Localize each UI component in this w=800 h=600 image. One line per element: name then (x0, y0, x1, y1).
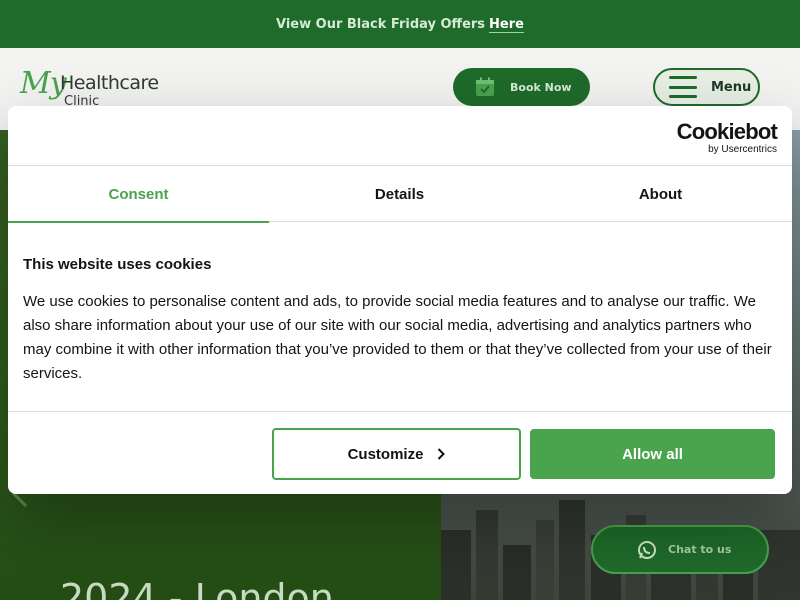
allow-all-button[interactable]: Allow all (530, 429, 775, 479)
customize-button[interactable]: Customize (272, 428, 521, 480)
cookie-title: This website uses cookies (23, 256, 212, 273)
customize-label: Customize (347, 445, 424, 463)
cookie-dialog-header: Cookiebot by Usercentrics (8, 106, 792, 166)
calendar-check-icon (476, 77, 494, 96)
cookiebot-logo-main: Cookiebot (676, 119, 778, 144)
tab-consent[interactable]: Consent (8, 166, 269, 223)
promo-bar: View Our Black Friday Offers Here (0, 0, 800, 48)
cookie-description: We use cookies to personalise content an… (23, 293, 772, 382)
tab-details[interactable]: Details (269, 166, 530, 222)
chat-label: Chat to us (668, 543, 732, 556)
promo-text: View Our Black Friday Offers (276, 16, 486, 32)
chevron-right-icon (438, 448, 446, 460)
cookiebot-logo-sub: by Usercentrics (708, 144, 777, 155)
menu-button[interactable]: Menu (653, 68, 760, 106)
book-now-button[interactable]: Book Now (453, 68, 590, 106)
logo-healthcare: Healthcare (60, 72, 159, 94)
site-logo[interactable]: My Healthcare Clinic (20, 66, 170, 110)
whatsapp-icon (638, 541, 656, 559)
chat-button[interactable]: Chat to us (591, 525, 769, 574)
book-now-label: Book Now (510, 80, 572, 94)
tab-about[interactable]: About (530, 166, 791, 222)
menu-label: Menu (711, 79, 752, 95)
cookie-consent-dialog: Cookiebot by Usercentrics Consent Detail… (8, 106, 792, 494)
cookie-tabs: Consent Details About (8, 166, 792, 223)
cookiebot-logo[interactable]: Cookiebot by Usercentrics (674, 119, 778, 156)
cookie-content: This website uses cookies We use cookies… (23, 256, 778, 386)
hamburger-icon (669, 76, 697, 98)
cookie-dialog-footer: Customize Allow all (8, 411, 792, 494)
logo-my: My (20, 66, 67, 101)
promo-link[interactable]: Here (489, 17, 524, 32)
hero-heading: 2024 - London (60, 576, 334, 600)
